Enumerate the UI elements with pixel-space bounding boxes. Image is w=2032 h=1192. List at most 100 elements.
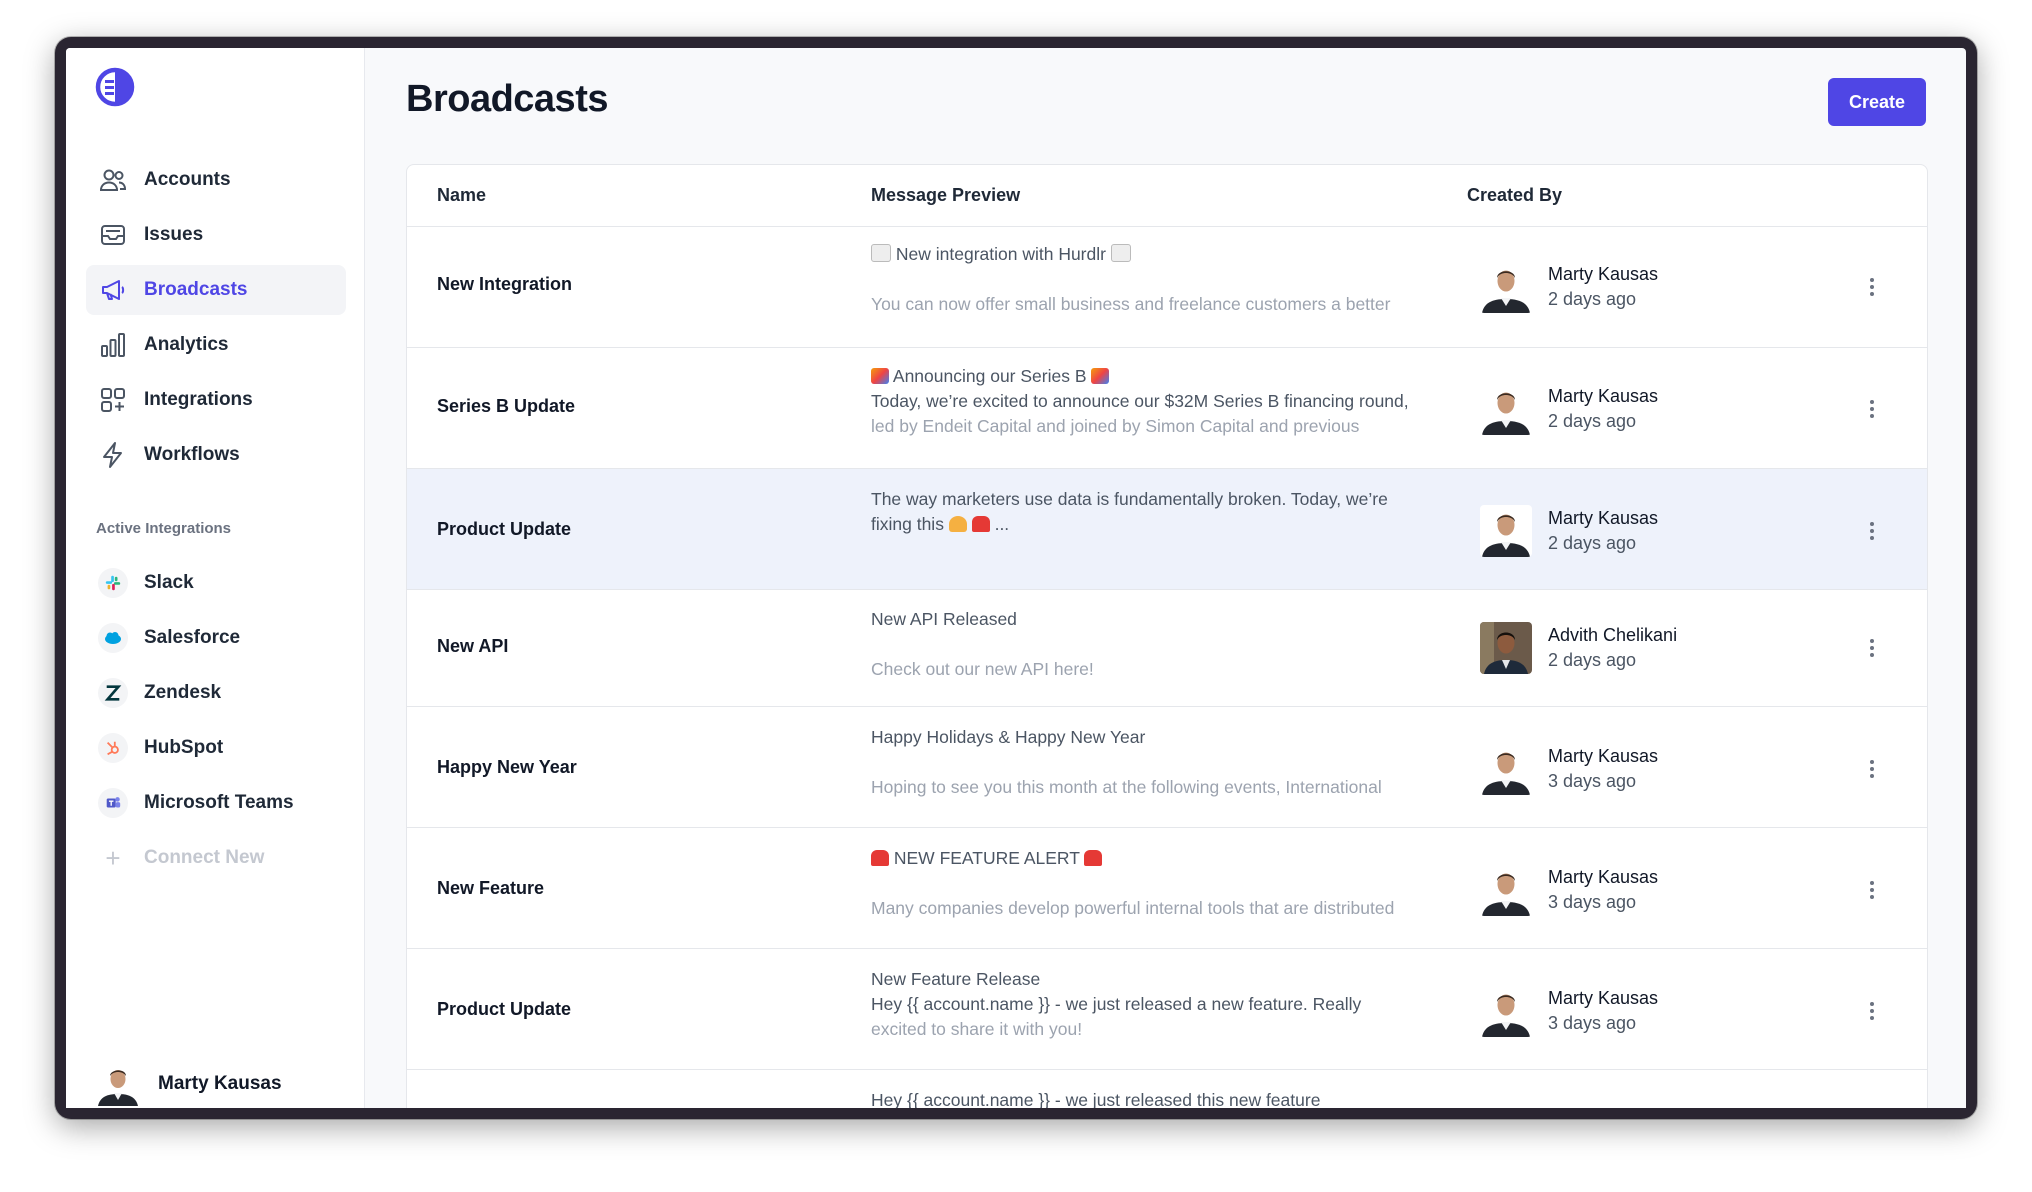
integration-salesforce[interactable]: Salesforce [86,613,346,663]
created-time: 3 days ago [1548,1013,1637,1033]
avatar [1480,505,1532,557]
message-preview: NEW FEATURE ALERT Many companies develop… [871,846,1456,921]
table-row[interactable]: Hey {{ account.name }} - we just release… [407,1070,1927,1108]
preview-line: New Feature Release [871,969,1041,989]
preview-line: Today, we’re excited to announce our $32… [871,391,1409,411]
salesforce-icon [98,623,128,653]
broadcast-name[interactable]: Happy New Year [437,757,577,778]
broadcast-name[interactable]: Product Update [437,519,571,540]
inbox-icon [98,220,128,250]
author-name: Marty Kausas [1548,988,1659,1008]
more-options-icon[interactable] [1862,519,1882,543]
broadcast-name[interactable]: New API [437,636,508,657]
author-name: Marty Kausas [1548,508,1659,528]
scroll-icon [871,244,891,262]
integration-label: HubSpot [144,737,224,758]
more-options-icon[interactable] [1862,275,1882,299]
preview-line: You can now offer small business and fre… [871,294,1391,314]
sidebar-item-label: Integrations [144,389,253,410]
sidebar-item-accounts[interactable]: Accounts [86,155,346,205]
active-integrations-heading: Active Integrations [96,520,232,537]
message-preview: Happy Holidays & Happy New Year Hoping t… [871,725,1456,800]
sidebar-item-workflows[interactable]: Workflows [86,430,346,480]
ellipsis-text: ... [994,514,1010,534]
broadcast-name[interactable]: Series B Update [437,396,575,417]
author-name: Advith Chelikani [1548,625,1678,645]
created-time: 2 days ago [1548,289,1637,309]
message-preview: New API Released Check out our new API h… [871,607,1456,682]
broadcasts-table: Name Message Preview Created By New Inte… [406,164,1928,1108]
sidebar-item-label: Workflows [144,444,240,465]
sidebar-nav: Accounts Issues Broadcasts Analytics Int… [86,155,346,485]
logo-icon[interactable] [95,67,135,107]
table-row[interactable]: Product Update New Feature Release Hey {… [407,949,1927,1070]
sidebar-item-analytics[interactable]: Analytics [86,320,346,370]
created-time: 2 days ago [1548,650,1637,670]
zendesk-icon [98,678,128,708]
preview-line: Hey {{ account.name }} - we just release… [871,1090,1321,1108]
connect-new-button[interactable]: + Connect New [86,833,346,883]
teams-icon [98,788,128,818]
preview-line: Hey {{ account.name }} - we just release… [871,994,1362,1014]
preview-line: New integration with Hurdlr [895,244,1106,264]
column-header-created-by: Created By [1467,185,1563,205]
party-popper-icon [1091,368,1110,384]
connect-new-label: Connect New [144,847,265,868]
broadcast-name[interactable]: New Integration [437,274,572,295]
table-row[interactable]: New Feature NEW FEATURE ALERT Many compa… [407,828,1927,949]
main-content: Broadcasts Create Name Message Preview C… [364,48,1966,1108]
preview-line: fixing this [871,514,944,534]
more-options-icon[interactable] [1862,878,1882,902]
preview-line: excited to share it with you! [871,1019,1083,1039]
megaphone-icon [98,275,128,305]
integration-slack[interactable]: Slack [86,558,346,608]
table-row[interactable]: Happy New Year Happy Holidays & Happy Ne… [407,707,1927,828]
created-time: 3 days ago [1548,892,1637,912]
users-icon [98,165,128,195]
message-preview: New integration with Hurdlr You can now … [871,242,1456,317]
column-header-name: Name [437,185,487,205]
sidebar: Accounts Issues Broadcasts Analytics Int… [66,48,365,1108]
table-header: Name Message Preview Created By [407,165,1927,227]
preview-line: Happy Holidays & Happy New Year [871,727,1146,747]
preview-line: The way marketers use data is fundamenta… [871,489,1388,509]
avatar [1480,985,1532,1037]
more-options-icon[interactable] [1862,999,1882,1023]
integration-zendesk[interactable]: Zendesk [86,668,346,718]
preview-line: Announcing our Series B [892,366,1087,386]
avatar [1480,622,1532,674]
integration-label: Microsoft Teams [144,792,294,813]
table-row[interactable]: Series B Update Announcing our Series B … [407,348,1927,469]
current-user[interactable]: Marty Kausas [96,1062,282,1106]
create-button[interactable]: Create [1828,78,1926,126]
author: Marty Kausas 3 days ago [1480,864,1658,916]
preview-line: Check out our new API here! [871,659,1094,679]
integration-hubspot[interactable]: HubSpot [86,723,346,773]
avatar [1480,261,1532,313]
broadcast-name[interactable]: New Feature [437,878,544,899]
folded-hands-icon [948,516,967,532]
author: Marty Kausas 2 days ago [1480,261,1658,313]
table-row[interactable]: New Integration New integration with Hur… [407,227,1927,348]
integration-label: Salesforce [144,627,241,648]
preview-line: Hoping to see you this month at the foll… [871,777,1382,797]
more-options-icon[interactable] [1862,757,1882,781]
app-screen: Accounts Issues Broadcasts Analytics Int… [66,48,1966,1108]
table-row[interactable]: New API New API Released Check out our n… [407,590,1927,707]
more-options-icon[interactable] [1862,397,1882,421]
hubspot-icon [98,733,128,763]
sidebar-item-integrations[interactable]: Integrations [86,375,346,425]
party-popper-icon [871,368,889,384]
table-row[interactable]: Product Update The way marketers use dat… [407,469,1927,590]
lightning-icon [98,440,128,470]
sidebar-item-issues[interactable]: Issues [86,210,346,260]
avatar [1480,743,1532,795]
sidebar-item-broadcasts[interactable]: Broadcasts [86,265,346,315]
siren-icon [871,850,889,866]
current-user-name: Marty Kausas [158,1073,282,1094]
avatar [1480,383,1532,435]
more-options-icon[interactable] [1862,636,1882,660]
integration-microsoft-teams[interactable]: Microsoft Teams [86,778,346,828]
message-preview: New Feature Release Hey {{ account.name … [871,967,1456,1042]
broadcast-name[interactable]: Product Update [437,999,571,1020]
